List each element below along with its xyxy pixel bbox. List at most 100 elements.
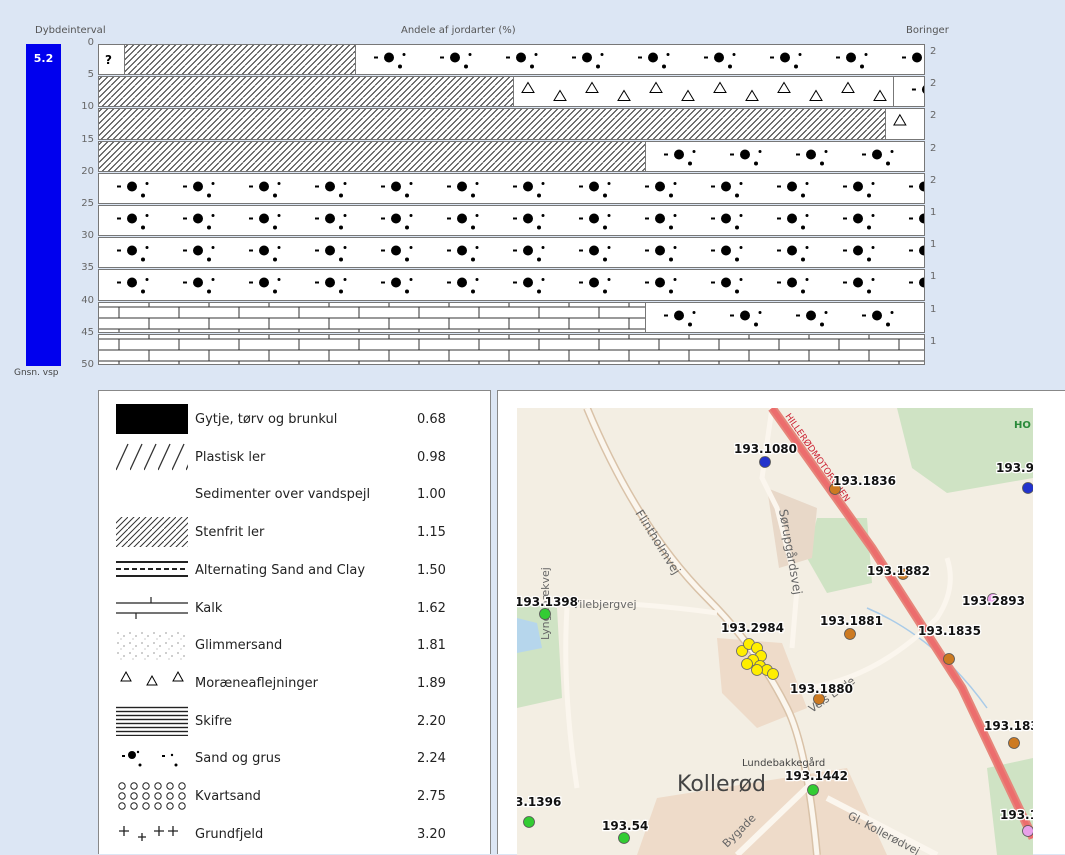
well-dot[interactable] <box>1008 737 1020 749</box>
depth-interval-row[interactable] <box>98 237 925 269</box>
soil-segment-stenfrit-ler[interactable] <box>123 45 356 75</box>
depth-tick-label: 35 <box>81 262 94 274</box>
depth-interval-row[interactable] <box>98 108 925 140</box>
well-id-label: 193.1080 <box>734 442 797 456</box>
map-well-marker[interactable]: 193.1882 <box>866 563 931 580</box>
legend-swatch-plastisk-ler <box>116 441 188 472</box>
boring-count: 2 <box>930 78 937 90</box>
legend-item: Kvartsand 2.75 <box>99 778 489 815</box>
well-id-label: 193.1835 <box>918 624 981 638</box>
soil-segment-sand-og-grus[interactable] <box>99 206 924 236</box>
depth-tick-label: 30 <box>81 230 94 242</box>
legend-item: Alternating Sand and Clay 1.50 <box>99 552 489 589</box>
depth-interval-row[interactable]: ? <box>98 44 925 76</box>
legend-value: 1.62 <box>417 600 446 616</box>
legend-label: Grundfjeld <box>195 826 264 842</box>
legend-label: Skifre <box>195 713 233 729</box>
well-dot[interactable] <box>844 628 856 640</box>
well-dot[interactable] <box>807 784 819 796</box>
soil-segment-sand-og-grus[interactable] <box>644 141 924 171</box>
legend-swatch-skifre <box>116 705 188 736</box>
legend-swatch-sedimenter <box>116 479 188 509</box>
legend-label: Sand og grus <box>195 751 281 767</box>
soil-segment-sand-og-grus[interactable] <box>644 302 924 332</box>
depth-interval-row[interactable] <box>98 76 925 108</box>
soil-segment-stenfrit-ler[interactable] <box>99 109 885 139</box>
legend-item: Skifre 2.20 <box>99 703 489 740</box>
legend-label: Alternating Sand and Clay <box>195 562 366 578</box>
well-dot[interactable] <box>767 668 779 680</box>
legend-item: Gytje, tørv og brunkul 0.68 <box>99 401 489 438</box>
legend-swatch-glimmersand <box>116 630 188 661</box>
boring-count: 2 <box>930 110 937 122</box>
legend-swatch-sand-og-grus <box>116 743 188 774</box>
legend-value: 1.50 <box>417 562 446 578</box>
well-id-label: 193.1881 <box>820 614 883 628</box>
well-id-label: 193.183 <box>984 719 1033 733</box>
legend-value: 0.68 <box>417 412 446 427</box>
vsp-label: Gnsn. vsp <box>14 368 59 378</box>
unknown-soil-label: ? <box>105 53 112 67</box>
legend-swatch-alternating <box>116 554 188 585</box>
well-dot[interactable] <box>751 664 763 676</box>
legend-item: Sedimenter over vandspejl 1.00 <box>99 476 489 513</box>
soil-segment-sand-og-grus[interactable] <box>99 270 924 300</box>
legend-label: Sedimenter over vandspejl <box>195 487 371 503</box>
soil-segment-sand-og-grus[interactable] <box>892 77 924 107</box>
well-dot[interactable] <box>1022 482 1034 494</box>
well-id-label: 193.1882 <box>867 564 930 578</box>
legend-item: Plastisk ler 0.98 <box>99 439 489 476</box>
map-well-marker[interactable]: 193.2893 <box>961 593 1027 610</box>
legend-value: 1.00 <box>417 487 446 503</box>
map-panel[interactable]: Flintholmvej Sørupgårdsvej Lyngebækvej Vile… <box>497 390 1065 855</box>
depth-tick-label: 40 <box>81 294 94 306</box>
legend-label: Stenfrit ler <box>195 525 265 541</box>
soil-segment-sand-og-grus[interactable] <box>99 238 924 268</box>
depth-interval-row[interactable] <box>98 205 925 237</box>
well-dot[interactable] <box>618 832 630 844</box>
soil-segment-sand-og-grus[interactable] <box>99 173 924 203</box>
legend-label: Glimmersand <box>195 638 283 654</box>
boring-count: 2 <box>930 174 937 186</box>
legend-value: 2.75 <box>417 789 446 804</box>
legend-item: Grundfjeld 3.20 <box>99 816 489 853</box>
well-id-label: 193.2893 <box>962 594 1025 608</box>
boring-count: 2 <box>930 142 937 154</box>
boring-count: 1 <box>930 207 937 218</box>
well-dot[interactable] <box>759 456 771 468</box>
map[interactable]: Flintholmvej SørupgårdsvejLyngebækvej Vile… <box>517 408 1033 855</box>
legend-item: Sand og grus 2.24 <box>99 740 489 777</box>
depth-tick-label: 45 <box>81 326 94 338</box>
well-dot[interactable] <box>943 653 955 665</box>
well-dot[interactable] <box>539 608 551 620</box>
well-dot[interactable] <box>523 816 535 828</box>
soil-segment-stenfrit-ler[interactable] <box>99 141 645 171</box>
depth-interval-row[interactable] <box>98 172 925 204</box>
depth-tick-label: 10 <box>81 101 94 113</box>
soil-segment-kalk[interactable] <box>99 334 924 364</box>
legend-value: 1.81 <box>417 638 446 654</box>
depth-interval-row[interactable] <box>98 301 925 333</box>
depth-interval-row[interactable] <box>98 269 925 301</box>
soil-shares-title: Andele af jordarter (%) <box>401 25 516 36</box>
legend-swatch-moraeneaflejninger <box>116 667 188 698</box>
well-id-label: 193.1880 <box>790 682 853 696</box>
legend-label: Moræneaflejninger <box>195 675 318 691</box>
soil-segment-unknown[interactable]: ? <box>99 45 124 74</box>
borings-header: Boringer <box>906 25 949 36</box>
well-id-label: 193.1836 <box>833 474 896 488</box>
soil-segment-stenfrit-ler[interactable] <box>99 77 513 107</box>
well-id-label: 193.54 <box>602 819 648 833</box>
boring-count: 1 <box>930 303 937 315</box>
soil-segment-moraeneaflejninger[interactable] <box>512 77 893 107</box>
soil-segment-moraeneaflejninger[interactable] <box>884 109 924 139</box>
legend-swatch-kvartsand <box>116 781 188 811</box>
soil-segment-kalk[interactable] <box>99 302 645 332</box>
depth-interval-row[interactable] <box>98 140 925 172</box>
well-dot[interactable] <box>741 658 753 670</box>
depth-tick-label: 0 <box>87 37 94 48</box>
soil-segment-sand-og-grus[interactable] <box>355 45 924 75</box>
well-dot[interactable] <box>1022 825 1034 837</box>
depth-interval-row[interactable] <box>98 333 925 365</box>
soil-profile-panel: Dybdeinterval Andele af jordarter (%) Bo… <box>0 0 1065 388</box>
